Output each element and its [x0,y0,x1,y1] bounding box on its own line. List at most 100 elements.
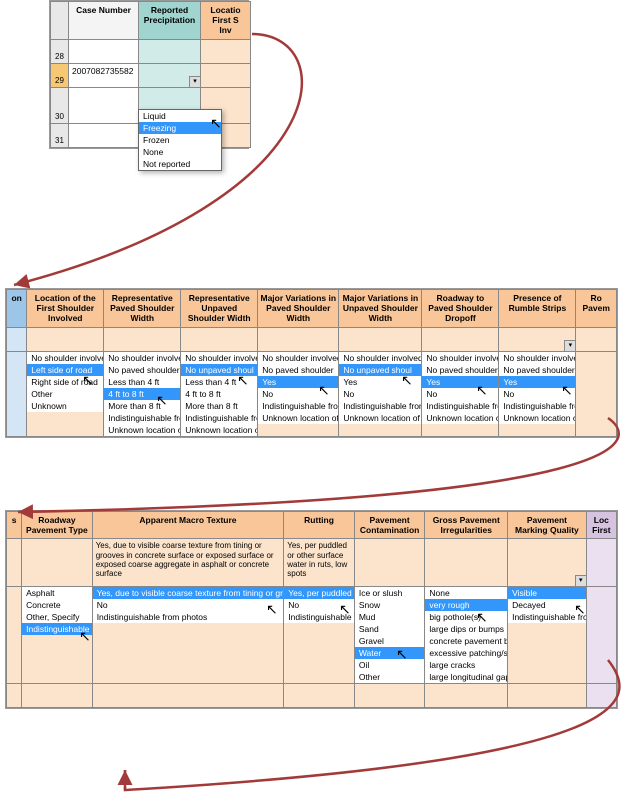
dropdown-item[interactable]: Indistinguishable from ph [258,400,338,412]
dropdown-item[interactable]: Yes [258,376,338,388]
cell[interactable] [354,539,425,587]
dropdown-item[interactable]: Less than 4 ft [181,376,257,388]
dropdown-item[interactable]: Freezing [139,122,221,134]
dropdown-item[interactable]: No paved shoulder [258,364,338,376]
cell[interactable] [425,539,508,587]
dropdown-item[interactable]: No shoulder involved [104,352,180,364]
col-first-shoulder[interactable]: Location of the First Shoulder Involved [27,290,104,328]
cell[interactable] [422,327,499,351]
dropdown-irregularities[interactable]: Nonevery roughbig pothole(s)large dips o… [425,587,507,683]
dropdown-item[interactable]: Other [355,671,425,683]
dropdown-item[interactable]: Unknown location of 1st [258,412,338,424]
dropdown-contamination[interactable]: Ice or slushSnowMudSandGravelWaterOilOth… [355,587,425,683]
dropdown-item[interactable]: Less than 4 ft [104,376,180,388]
dropdown-item[interactable]: Yes [339,376,421,388]
dropdown-item[interactable]: Indistinguishable from photo [181,412,257,424]
dropdown-item[interactable]: No paved shoulder [422,364,498,376]
cell[interactable]: Ice or slushSnowMudSandGravelWaterOilOth… [354,587,425,684]
dropdown-item[interactable]: No shoulder involved [339,352,421,364]
dropdown-paved-width[interactable]: No shoulder involvedNo paved shoulderLes… [104,352,180,436]
dropdown-item[interactable]: Yes, due to visible coarse texture from … [93,587,284,599]
col-case-number[interactable]: Case Number [69,2,139,40]
dropdown-item[interactable]: No [339,388,421,400]
dropdown-item[interactable]: Unknown location of 1st [104,424,180,436]
cell[interactable]: ▾ [499,327,576,351]
dropdown-precipitation[interactable]: LiquidFreezingFrozenNoneNot reported [138,109,222,171]
dropdown-item[interactable]: big pothole(s) [425,611,507,623]
col-roadway-type[interactable]: RoPavem [576,290,617,328]
dropdown-item[interactable]: Unknown location of 1st [181,424,257,436]
cell[interactable] [181,327,258,351]
cell[interactable] [22,684,93,708]
cell[interactable]: Nonevery roughbig pothole(s)large dips o… [425,587,508,684]
dropdown-item[interactable]: 4 ft to 8 ft [181,388,257,400]
cell[interactable] [22,539,93,587]
dropdown-item[interactable]: No shoulder involved [181,352,257,364]
dropdown-item[interactable]: Yes [499,376,575,388]
dropdown-item[interactable]: large longitudinal gaps [425,671,507,683]
dropdown-unpaved-width[interactable]: No shoulder involvedNo unpaved shoulLess… [181,352,257,436]
dropdown-item[interactable]: Mud [355,611,425,623]
cell[interactable] [69,39,139,63]
dropdown-item[interactable]: Indistinguishable from p [422,400,498,412]
dropdown-item[interactable]: No shoulder involved [499,352,575,364]
dropdown-item[interactable]: large cracks [425,659,507,671]
row-header[interactable]: 28 [51,39,69,63]
cell[interactable]: Yes, due to visible coarse texture from … [92,539,284,587]
dropdown-item[interactable]: Not reported [139,158,221,170]
dropdown-item[interactable]: No shoulder involved [27,352,103,364]
cell[interactable] [201,39,251,63]
cell[interactable] [7,684,22,708]
cell[interactable] [104,327,181,351]
col-var-unpaved[interactable]: Major Variations in Unpaved Shoulder Wid… [339,290,422,328]
dropdown-item[interactable]: Right side of road [27,376,103,388]
col-reported-precipitation[interactable]: Reported Precipitation [139,2,201,40]
cell[interactable] [69,87,139,123]
dropdown-item[interactable]: More than 8 ft [104,400,180,412]
dropdown-var-paved[interactable]: No shoulder involvedNo paved shoulderYes… [258,352,338,424]
dropdown-item[interactable]: Indistinguishable from photos [93,611,284,623]
dropdown-item[interactable]: No unpaved shoul [181,364,257,376]
dropdown-item[interactable]: None [139,146,221,158]
cell[interactable]: ▾ [508,539,587,587]
dropdown-item[interactable]: Unknown location of 1st [422,412,498,424]
col-macro-texture[interactable]: Apparent Macro Texture [92,512,284,539]
dropdown-button[interactable]: ▾ [564,340,576,352]
dropdown-item[interactable]: Visible [508,587,586,599]
row-header[interactable]: 30 [51,87,69,123]
dropdown-item[interactable]: Gravel [355,635,425,647]
cell[interactable] [258,327,339,351]
case-number-value[interactable]: 2007082735582 [69,64,138,78]
dropdown-item[interactable]: Indistinguishable from p [284,611,354,623]
cell[interactable] [576,351,617,436]
dropdown-item[interactable]: More than 8 ft [181,400,257,412]
col-first-curve[interactable]: LocFirst [586,512,616,539]
dropdown-rutting[interactable]: Yes, per puddled orNoIndistinguishable f… [284,587,354,623]
col-var-paved[interactable]: Major Variations in Paved Shoulder Width [258,290,339,328]
dropdown-button[interactable]: ▾ [575,575,587,587]
dropdown-item[interactable]: Liquid [139,110,221,122]
dropdown-item[interactable]: Unknown location of 1st sh [499,412,575,424]
dropdown-item[interactable]: concrete pavement blo [425,635,507,647]
col-irregularities[interactable]: Gross Pavement Irregularities [425,512,508,539]
cell[interactable] [339,327,422,351]
cell[interactable] [7,587,22,684]
cell[interactable] [69,123,139,147]
dropdown-var-unpaved[interactable]: No shoulder involvedNo unpaved shoulYesN… [339,352,421,424]
dropdown-item[interactable]: Sand [355,623,425,635]
dropdown-item[interactable]: No paved shoulder [499,364,575,376]
dropdown-item[interactable]: 4 ft to 8 ft [104,388,180,400]
dropdown-item[interactable]: No [258,388,338,400]
dropdown-rumble[interactable]: No shoulder involvedNo paved shoulderYes… [499,352,575,424]
dropdown-item[interactable]: Indistinguishable from photo [104,412,180,424]
dropdown-item[interactable]: No [422,388,498,400]
cell[interactable] [576,327,617,351]
dropdown-item[interactable]: Concrete [22,599,92,611]
cell[interactable] [586,539,616,587]
col-stub[interactable]: s [7,512,22,539]
cell[interactable]: No shoulder involvedLeft side of roadRig… [27,351,104,436]
dropdown-marking-quality[interactable]: VisibleDecayedIndistinguishable from pho… [508,587,586,623]
dropdown-item[interactable]: Frozen [139,134,221,146]
dropdown-item[interactable]: No unpaved shoul [339,364,421,376]
dropdown-dropoff[interactable]: No shoulder involvedNo paved shoulderYes… [422,352,498,424]
